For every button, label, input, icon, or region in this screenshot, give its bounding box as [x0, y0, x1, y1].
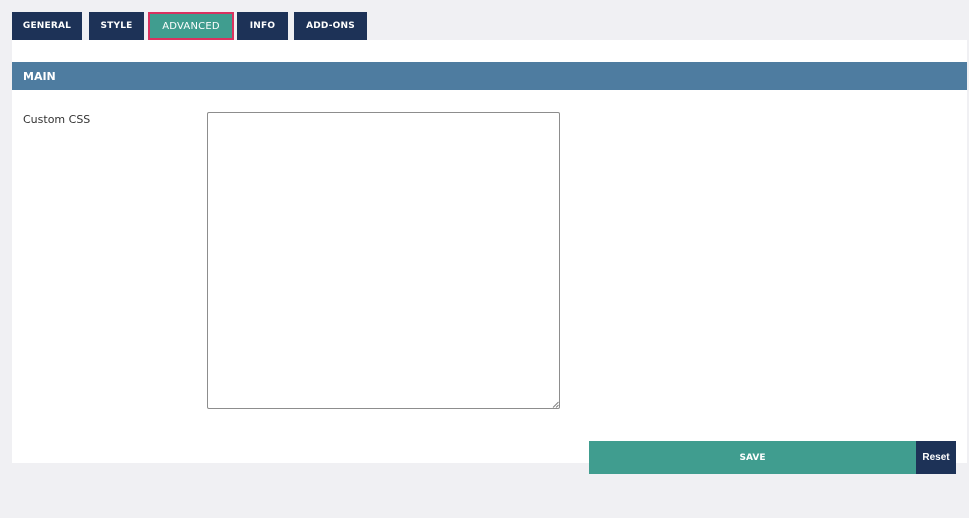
custom-css-label: Custom CSS — [23, 113, 91, 126]
section-title: MAIN — [23, 69, 56, 83]
tab-info[interactable]: INFO — [237, 12, 288, 40]
tab-add-ons[interactable]: ADD-ONS — [294, 12, 367, 40]
tab-advanced[interactable]: ADVANCED — [148, 12, 234, 40]
settings-panel: MAIN Custom CSS — [12, 40, 967, 463]
tab-style[interactable]: STYLE — [89, 12, 144, 40]
tab-general[interactable]: GENERAL — [12, 12, 82, 40]
reset-button[interactable]: Reset — [916, 441, 956, 474]
save-button[interactable]: SAVE — [589, 441, 916, 474]
custom-css-textarea[interactable] — [207, 112, 560, 409]
section-header-main: MAIN — [12, 62, 967, 90]
